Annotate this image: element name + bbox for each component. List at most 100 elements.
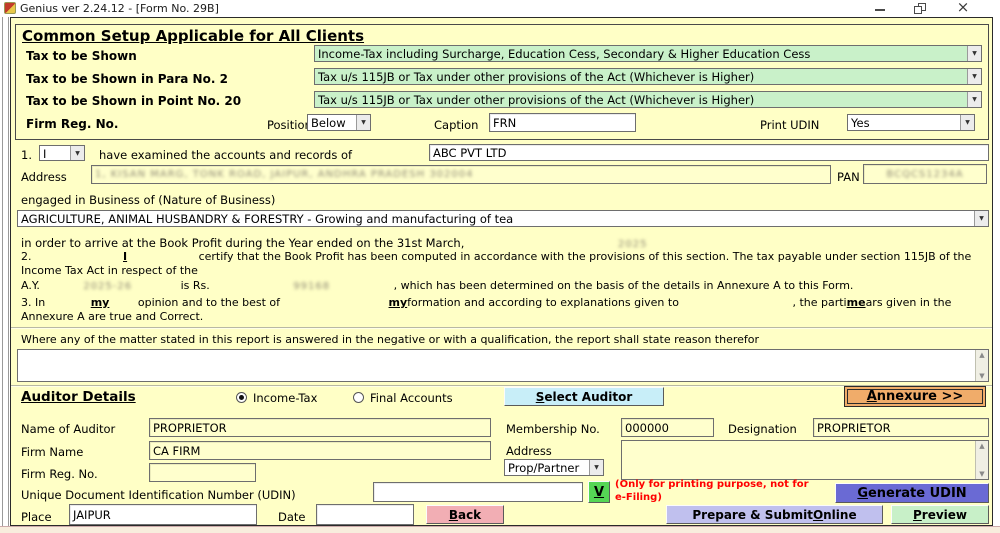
print-udin-value: Yes	[848, 115, 960, 130]
position-label: Position	[267, 118, 312, 132]
auditor-name-input[interactable]: PROPRIETOR	[149, 418, 491, 437]
dropdown-arrow-icon[interactable]: ▼	[967, 69, 981, 84]
scroll-down-icon[interactable]: ▼	[979, 372, 984, 380]
pronoun-select[interactable]: I ▼	[39, 145, 85, 161]
place-label: Place	[21, 510, 52, 524]
tax-to-be-shown-label: Tax to be Shown	[26, 49, 137, 63]
address-type-value: Prop/Partner	[505, 460, 589, 475]
tax-to-be-shown-select[interactable]: Income-Tax including Surcharge, Educatio…	[314, 45, 982, 62]
designation-label: Designation	[728, 422, 797, 436]
point3-a: 3. In	[21, 296, 45, 309]
udin-input[interactable]	[373, 482, 583, 502]
print-udin-select[interactable]: Yes ▼	[847, 114, 975, 131]
point2-number: 2.	[21, 250, 32, 263]
address-type-select[interactable]: Prop/Partner ▼	[504, 459, 604, 476]
point3-c: formation and according to explanations …	[407, 296, 679, 309]
auditor-address-textarea[interactable]: ▲ ▼	[621, 440, 989, 480]
point2-text: certify that the Book Profit has been co…	[21, 250, 971, 277]
close-icon[interactable]: ×	[955, 0, 971, 16]
dropdown-arrow-icon[interactable]: ▼	[70, 146, 84, 160]
date-input[interactable]	[316, 504, 414, 525]
year-line: in order to arrive at the Book Profit du…	[21, 236, 647, 250]
auditor-firm-reg-input[interactable]	[149, 463, 256, 482]
point3-b: opinion and to the best of	[138, 296, 280, 309]
annexure-button[interactable]: Annexure >>	[844, 386, 986, 407]
business-select[interactable]: AGRICULTURE, ANIMAL HUSBANDRY & FORESTRY…	[17, 210, 989, 227]
point2-pronoun: I	[123, 250, 127, 263]
back-button[interactable]: Back	[426, 505, 504, 524]
dropdown-arrow-icon[interactable]: ▼	[967, 46, 981, 61]
firm-reg-label: Firm Reg. No.	[26, 117, 118, 131]
tax-point20-label: Tax to be Shown in Point No. 20	[26, 94, 241, 108]
final-accounts-radio-label[interactable]: Final Accounts	[370, 391, 453, 405]
scroll-down-icon[interactable]: ▼	[979, 470, 984, 478]
final-accounts-radio[interactable]	[353, 392, 364, 403]
membership-input[interactable]: 000000	[621, 418, 714, 437]
rs-redacted-value: 99168	[293, 281, 330, 292]
ay-line: A.Y. 2025-26 is Rs. 99168 , which has be…	[21, 279, 987, 294]
pan-label: PAN	[837, 170, 860, 184]
year-text: in order to arrive at the Book Profit du…	[21, 236, 464, 250]
tax-para2-select[interactable]: Tax u/s 115JB or Tax under other provisi…	[314, 68, 982, 85]
reason-value	[18, 353, 22, 370]
tax-para2-label: Tax to be Shown in Para No. 2	[26, 72, 228, 86]
bottom-strip	[0, 526, 1000, 533]
income-tax-radio[interactable]	[236, 392, 247, 403]
company-name-input[interactable]: ABC PVT LTD	[429, 144, 989, 161]
dropdown-arrow-icon[interactable]: ▼	[974, 211, 988, 226]
prepare-submit-online-button[interactable]: Prepare & Submit Online	[666, 505, 883, 524]
point2-paragraph: 2. I certify that the Book Profit has be…	[21, 250, 987, 278]
minimize-icon[interactable]	[875, 9, 885, 11]
firm-name-input[interactable]: CA FIRM	[149, 441, 491, 460]
divider	[11, 327, 992, 329]
auditor-address-scrollbar[interactable]: ▲ ▼	[975, 441, 988, 479]
ay-tail-text: , which has been determined on the basis…	[394, 279, 854, 292]
caption-label: Caption	[434, 118, 478, 132]
ay-label: A.Y.	[21, 279, 40, 292]
firm-name-label: Firm Name	[21, 445, 83, 459]
point3-pronoun-2: my	[389, 296, 408, 309]
year-redacted-value: 2025	[618, 239, 647, 250]
caption-input[interactable]: FRN	[489, 113, 636, 132]
scroll-up-icon[interactable]: ▲	[979, 351, 984, 359]
reason-scrollbar[interactable]: ▲ ▼	[975, 350, 988, 381]
tax-point20-select[interactable]: Tax u/s 115JB or Tax under other provisi…	[314, 91, 982, 108]
titlebar: Genius ver 2.24.12 - [Form No. 29B] ×	[0, 0, 1000, 17]
udin-verify-button[interactable]: V	[588, 481, 610, 503]
tax-point20-value: Tax u/s 115JB or Tax under other provisi…	[315, 92, 967, 107]
ay-redacted-value: 2025-26	[83, 281, 132, 292]
app-icon	[4, 2, 16, 14]
business-value: AGRICULTURE, ANIMAL HUSBANDRY & FORESTRY…	[18, 211, 974, 226]
point3-paragraph: 3. In my opinion and to the best of myfo…	[21, 296, 987, 324]
date-label: Date	[278, 510, 306, 524]
point1-text: have examined the accounts and records o…	[99, 148, 352, 162]
pan-redacted-value: BCQCS1234A	[886, 169, 963, 180]
restore-icon[interactable]	[914, 3, 926, 14]
place-input[interactable]: JAIPUR	[69, 504, 257, 525]
tax-para2-value: Tax u/s 115JB or Tax under other provisi…	[315, 69, 967, 84]
reason-textarea[interactable]: ▲ ▼	[17, 349, 989, 382]
select-auditor-button[interactable]: Select Auditor	[504, 387, 664, 406]
generate-udin-button[interactable]: Generate UDIN	[835, 483, 989, 503]
designation-input[interactable]: PROPRIETOR	[813, 418, 989, 437]
dropdown-arrow-icon[interactable]: ▼	[960, 115, 974, 130]
udin-note-line2: e-Filing)	[615, 492, 662, 503]
dropdown-arrow-icon[interactable]: ▼	[967, 92, 981, 107]
preview-button[interactable]: Preview	[891, 505, 989, 524]
qualification-text: Where any of the matter stated in this r…	[21, 333, 759, 346]
auditor-address-value	[622, 444, 626, 461]
common-setup-groupbox: Common Setup Applicable for All Clients …	[15, 24, 989, 140]
pan-input[interactable]: BCQCS1234A	[863, 164, 987, 184]
left-dock-strip	[2, 17, 9, 526]
position-value: Below	[308, 115, 356, 130]
address-input[interactable]: 1, KISAN MARG, TONK ROAD, JAIPUR, ANDHRA…	[91, 165, 831, 184]
form-29b-area: Common Setup Applicable for All Clients …	[10, 17, 993, 526]
point3-pronoun-1: my	[91, 296, 110, 309]
rs-label: is Rs.	[181, 279, 210, 292]
income-tax-radio-label[interactable]: Income-Tax	[253, 391, 317, 405]
dropdown-arrow-icon[interactable]: ▼	[589, 460, 603, 475]
position-select[interactable]: Below ▼	[307, 114, 371, 131]
scroll-up-icon[interactable]: ▲	[979, 442, 984, 450]
auditor-address-label: Address	[506, 444, 552, 458]
dropdown-arrow-icon[interactable]: ▼	[356, 115, 370, 130]
